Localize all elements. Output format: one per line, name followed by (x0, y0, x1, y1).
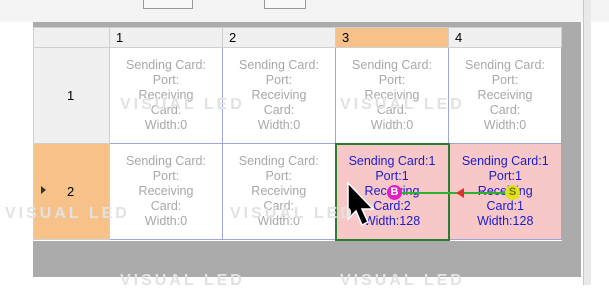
port-label: Port: (265, 169, 292, 183)
connection-arrow-icon (456, 188, 464, 198)
sending-card-label: Sending Card: (126, 58, 206, 72)
grid-cell[interactable]: Sending Card: Port: Receiving Card: Widt… (109, 47, 223, 144)
toolbar-strip (0, 0, 609, 22)
port-label: Port: (491, 73, 519, 87)
width-label: Width:0 (257, 118, 301, 132)
column-header-1[interactable]: 1 (109, 27, 223, 48)
card-label: Card: (376, 102, 408, 117)
width-label: Width:128 (477, 214, 534, 228)
port-label: Port: (265, 73, 293, 87)
grid-cell[interactable]: Sending Card: Port: Receiving Card: Widt… (222, 47, 336, 144)
card-label: Card: (263, 199, 295, 213)
column-header-row: 1 2 3 4 (33, 27, 562, 48)
sending-card-label: Sending Card: (126, 154, 206, 168)
width-label: Width:0 (144, 214, 188, 228)
column-header-4[interactable]: 4 (448, 27, 562, 48)
mouse-cursor-icon (347, 181, 375, 227)
card-label: Card:1 (486, 199, 525, 213)
grid-row-1: 1 Sending Card: Port: Receiving Card: Wi… (33, 47, 562, 144)
receiving-label: Receiving (251, 184, 307, 198)
begin-marker: B (387, 185, 402, 200)
sending-card-label: Sending Card:1 (348, 154, 436, 168)
grid-corner (33, 27, 110, 48)
receiving-label: Receiving (364, 87, 420, 102)
receiving-label: Receiving (251, 88, 307, 102)
row-pointer-icon (41, 186, 46, 194)
receiving-label: Receiving (477, 88, 533, 102)
port-label: Port: (152, 169, 180, 183)
grid-cell[interactable]: Sending Card: Port: Receiving Card: Widt… (109, 143, 223, 240)
port-label: Port:1 (488, 169, 522, 183)
screen: 1 2 3 4 1 Sending Card: Port: Receiving … (0, 0, 609, 289)
grid-cell[interactable]: Sending Card: Port: Receiving Card: Widt… (222, 143, 336, 240)
row-label: 2 (67, 184, 75, 199)
card-label: Card: (150, 199, 182, 213)
grid-cell[interactable]: Sending Card: Port: Receiving Card: Widt… (335, 47, 449, 144)
column-header-3[interactable]: 3 (335, 27, 449, 48)
toolbar-button[interactable] (264, 0, 306, 9)
width-label: Width:0 (257, 214, 300, 228)
column-header-2[interactable]: 2 (222, 27, 336, 48)
sending-card-label: Sending Card: (352, 57, 432, 72)
width-label: Width:0 (370, 117, 414, 132)
grid-cell[interactable]: Sending Card: Port: Receiving Card: Widt… (448, 47, 562, 144)
card-label: Card: (263, 103, 295, 117)
port-label: Port: (152, 73, 180, 87)
connection-line (402, 192, 505, 194)
vertical-scrollbar[interactable] (583, 0, 591, 285)
row-header-1[interactable]: 1 (33, 47, 110, 144)
toolbar-button[interactable] (143, 0, 193, 9)
width-label: Width:0 (483, 118, 527, 132)
receiving-label: Receiving (138, 184, 194, 198)
sending-card-label: Sending Card: (238, 154, 319, 168)
row-header-2[interactable]: 2 (33, 143, 110, 240)
port-label: Port: (378, 72, 406, 87)
sending-card-label: Sending Card:1 (461, 154, 549, 168)
sending-card-label: Sending Card: (239, 58, 319, 72)
receiving-card-grid: 1 2 3 4 1 Sending Card: Port: Receiving … (33, 27, 562, 241)
row-label: 1 (67, 88, 75, 103)
receiving-label: Receiving (138, 88, 194, 102)
start-marker: S (505, 185, 520, 200)
width-label: Width:0 (144, 118, 188, 132)
sending-card-label: Sending Card: (465, 58, 545, 72)
card-label: Card: (489, 103, 521, 117)
card-label: Card: (150, 103, 182, 117)
